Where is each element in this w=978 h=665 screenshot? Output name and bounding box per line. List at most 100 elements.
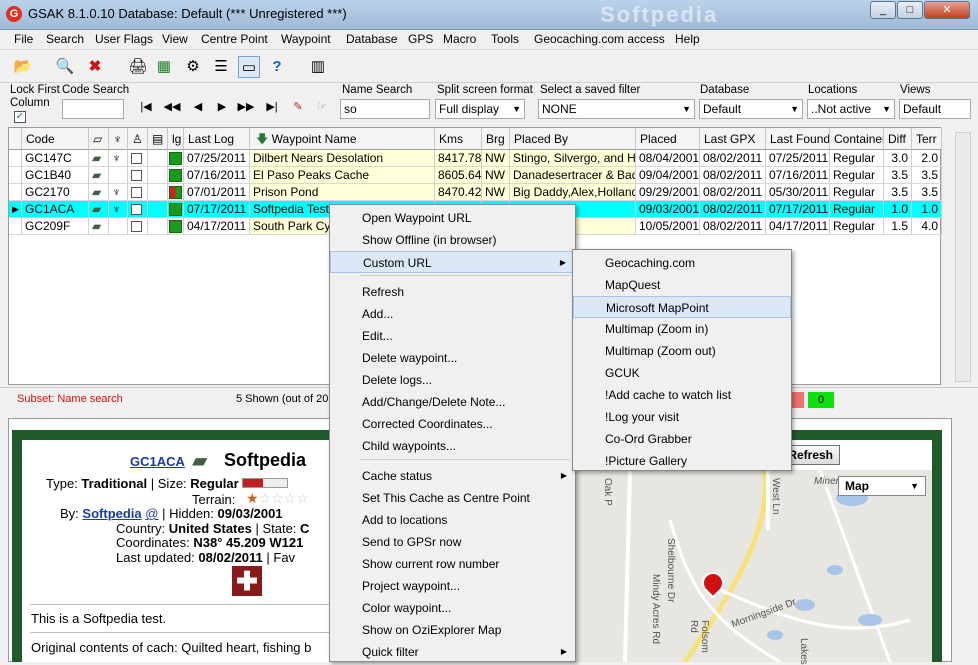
owner-at-link[interactable]: @ [145, 506, 158, 521]
next-record-icon[interactable]: ▶ [212, 100, 232, 113]
database-select[interactable]: Default ▼ [699, 99, 803, 119]
context-menu-item[interactable]: Delete logs... [330, 369, 575, 391]
menu-file[interactable]: File [14, 32, 33, 46]
submenu-item[interactable]: !Picture Gallery [573, 450, 791, 472]
map-type-select[interactable]: Map ▼ [838, 476, 926, 496]
trackable-column-header[interactable]: ♆ [109, 128, 128, 150]
filter-icon[interactable]: ⚙ [182, 56, 204, 78]
submenu-item[interactable]: !Add cache to watch list [573, 384, 791, 406]
waypoint-name-column-header[interactable]: 🡇 Waypoint Name [250, 128, 435, 150]
context-menu-item[interactable]: Refresh [330, 281, 575, 303]
kms-column-header[interactable]: Kms [435, 128, 482, 150]
context-menu-item[interactable]: Add... [330, 303, 575, 325]
user-flag-checkbox[interactable] [128, 167, 148, 184]
lg-column-header[interactable]: lg [168, 128, 184, 150]
context-menu-item[interactable]: Show on OziExplorer Map [330, 619, 575, 641]
grid-icon[interactable]: ▦ [153, 56, 175, 78]
last-record-icon[interactable]: ▶| [262, 100, 282, 113]
menu-view[interactable]: View [162, 32, 188, 46]
terr-column-header[interactable]: Terr [912, 128, 942, 150]
menu-database[interactable]: Database [346, 32, 397, 46]
user-flag-checkbox[interactable] [128, 150, 148, 167]
locations-select[interactable]: ..Not active ▼ [807, 99, 895, 119]
eraser-icon[interactable]: ✎ [288, 100, 308, 113]
views-select[interactable]: Default [899, 99, 971, 119]
diff-column-header[interactable]: Diff [884, 128, 912, 150]
user-flag-checkbox[interactable] [128, 201, 148, 218]
cache-type-column-header[interactable]: ▱ [89, 128, 109, 150]
context-menu-item[interactable]: Quick filter ▶ [330, 641, 575, 663]
cache-map[interactable]: Miners Oak P West Ln Shelbourne Dr Mindy… [570, 469, 932, 665]
next-page-icon[interactable]: ▶▶ [236, 100, 256, 113]
table-row[interactable]: GC2170 ▰ ♆ 07/01/2011 Prison Pond 8470.42 NW Bi… [9, 184, 942, 201]
submenu-item[interactable]: GCUK [573, 362, 791, 384]
gsak-app-icon[interactable]: G [6, 6, 22, 22]
window-icon[interactable]: ▭ [238, 56, 260, 78]
last-gpx-column-header[interactable]: Last GPX [700, 128, 766, 150]
context-menu-item[interactable]: Custom URL ▶ [330, 251, 575, 273]
person-column-header[interactable]: ♙ [128, 128, 148, 150]
code-search-input[interactable] [62, 99, 124, 119]
last-log-column-header[interactable]: Last Log [184, 128, 250, 150]
saved-filter-select[interactable]: NONE ▼ [538, 99, 695, 119]
menu-waypoint[interactable]: Waypoint [281, 32, 331, 46]
pointer-hand-icon[interactable]: ☞ [312, 100, 332, 113]
context-menu-item[interactable]: Set This Cache as Centre Point [330, 487, 575, 509]
menu-tools[interactable]: Tools [491, 32, 519, 46]
maximize-button[interactable]: □ [897, 1, 923, 19]
table-row[interactable]: GC147C ▰ ♆ 07/25/2011 Dilbert Nears Desolati… [9, 150, 942, 167]
context-menu-item[interactable]: Add to locations [330, 509, 575, 531]
context-menu-item[interactable]: Show Offline (in browser) [330, 229, 575, 251]
submenu-item[interactable]: Multimap (Zoom out) [573, 340, 791, 362]
context-menu-item[interactable]: Open Waypoint URL [330, 207, 575, 229]
notes-column-header[interactable]: ▤ [148, 128, 168, 150]
name-search-input[interactable]: so [340, 99, 430, 119]
code-column-header[interactable]: Code [22, 128, 89, 150]
context-menu-item[interactable]: Child waypoints... [330, 435, 575, 457]
context-menu-item[interactable]: Project waypoint... [330, 575, 575, 597]
prev-page-icon[interactable]: ◀◀ [162, 100, 182, 113]
split-screen-select[interactable]: Full display ▼ [435, 99, 525, 119]
context-menu-item[interactable]: Edit... [330, 325, 575, 347]
submenu-item[interactable]: MapQuest [573, 274, 791, 296]
submenu-item[interactable]: Co-Ord Grabber [573, 428, 791, 450]
menu-centre-point[interactable]: Centre Point [201, 32, 268, 46]
submenu-item[interactable]: Microsoft MapPoint [573, 296, 791, 318]
submenu-item[interactable]: Multimap (Zoom in) [573, 318, 791, 340]
delete-x-icon[interactable]: ✖ [84, 56, 106, 78]
submenu-item[interactable]: !Log your visit [573, 406, 791, 428]
open-folder-icon[interactable]: 📂 [12, 56, 34, 78]
placed-column-header[interactable]: Placed [636, 128, 700, 150]
first-record-icon[interactable]: |◀ [136, 100, 156, 113]
menu-geocaching-access[interactable]: Geocaching.com access [534, 32, 665, 46]
menu-help[interactable]: Help [675, 32, 700, 46]
menu-user-flags[interactable]: User Flags [95, 32, 153, 46]
submenu-item[interactable]: Geocaching.com [573, 252, 791, 274]
context-menu-item[interactable]: Send to GPSr now [330, 531, 575, 553]
container-column-header[interactable]: Container [830, 128, 884, 150]
context-menu-item[interactable]: Color waypoint... [330, 597, 575, 619]
print-preview-icon[interactable]: 🔍 [54, 56, 76, 78]
settings-icon[interactable]: ☰ [210, 56, 232, 78]
close-button[interactable]: ✕ [924, 1, 970, 19]
user-flag-checkbox[interactable] [128, 184, 148, 201]
brg-column-header[interactable]: Brg [482, 128, 510, 150]
context-menu-item[interactable]: Show current row number [330, 553, 575, 575]
context-menu-item[interactable]: Cache status ▶ [330, 465, 575, 487]
gps-device-icon[interactable]: ▥ [307, 56, 329, 78]
placed-by-column-header[interactable]: Placed By [510, 128, 636, 150]
menu-gps[interactable]: GPS [408, 32, 433, 46]
help-icon[interactable]: ? [266, 56, 288, 78]
owner-link[interactable]: Softpedia [82, 506, 141, 521]
grid-scrollbar[interactable] [955, 132, 971, 382]
menu-macro[interactable]: Macro [443, 32, 476, 46]
table-row[interactable]: GC1B40 ▰ 07/16/2011 El Paso Peaks Cache 8605… [9, 167, 942, 184]
user-flag-checkbox[interactable] [128, 218, 148, 235]
context-menu-item[interactable]: Delete waypoint... [330, 347, 575, 369]
prev-record-icon[interactable]: ◀ [188, 100, 208, 113]
cache-code-link[interactable]: GC1ACA [130, 454, 185, 469]
minimize-button[interactable]: _ [870, 1, 896, 19]
context-menu-item[interactable]: Add/Change/Delete Note... [330, 391, 575, 413]
menu-search[interactable]: Search [46, 32, 84, 46]
last-found-column-header[interactable]: Last Found [766, 128, 830, 150]
